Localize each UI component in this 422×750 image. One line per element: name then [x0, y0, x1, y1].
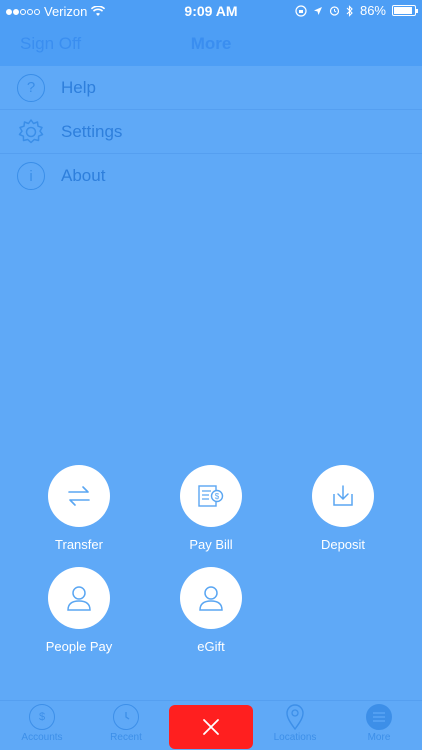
people-pay-button[interactable]: People Pay	[19, 567, 139, 654]
transfer-arrows-icon	[48, 465, 110, 527]
battery-icon	[392, 5, 418, 16]
transfer-button[interactable]: Transfer	[19, 465, 139, 552]
action-label: Transfer	[55, 537, 103, 552]
tab-label: Recent	[110, 732, 142, 743]
menu-item-label: About	[61, 166, 106, 185]
deposit-icon	[312, 465, 374, 527]
action-label: Pay Bill	[189, 537, 233, 552]
pay-bill-button[interactable]: $ Pay Bill	[151, 465, 271, 552]
bluetooth-icon	[346, 4, 353, 17]
clock-icon	[113, 704, 139, 730]
menu-icon	[366, 704, 392, 730]
close-button[interactable]	[169, 705, 253, 749]
person-icon	[48, 567, 110, 629]
menu-item-about[interactable]: i About	[0, 154, 422, 198]
tab-bar: $ Accounts Recent Locations More	[0, 700, 422, 750]
nav-bar: Sign Off More	[0, 22, 422, 66]
tab-locations[interactable]: Locations	[253, 704, 337, 743]
battery-percent: 86%	[359, 3, 386, 18]
menu-item-help[interactable]: ? Help	[0, 66, 422, 110]
person-icon	[180, 567, 242, 629]
tab-accounts[interactable]: $ Accounts	[0, 704, 84, 743]
tab-more[interactable]: More	[337, 704, 421, 743]
svg-text:$: $	[215, 492, 220, 501]
page-title: More	[190, 34, 232, 53]
location-arrow-icon	[313, 6, 322, 15]
info-icon: i	[17, 162, 45, 190]
gear-icon	[17, 118, 45, 146]
location-pin-icon	[282, 704, 308, 730]
action-label: People Pay	[45, 639, 113, 654]
tab-label: Accounts	[21, 732, 63, 743]
alarm-icon	[329, 6, 340, 16]
deposit-button[interactable]: Deposit	[283, 465, 403, 552]
close-icon	[203, 719, 219, 735]
menu-item-label: Help	[61, 77, 96, 97]
status-right: 86%	[295, 3, 418, 18]
rotation-lock-icon	[295, 4, 307, 17]
action-label: eGift	[197, 639, 225, 654]
menu-item-settings[interactable]: Settings	[0, 110, 422, 154]
tab-label: Locations	[273, 732, 317, 743]
status-bar: Verizon 9:09 AM 86%	[0, 0, 422, 22]
egift-button[interactable]: eGift	[151, 567, 271, 654]
tab-label: More	[367, 732, 391, 743]
question-icon: ?	[17, 73, 45, 102]
tab-recent[interactable]: Recent	[84, 704, 168, 743]
menu-item-label: Settings	[61, 121, 123, 141]
action-label: Deposit	[320, 537, 366, 552]
dollar-icon: $	[29, 704, 55, 730]
bill-icon: $	[180, 465, 242, 527]
more-menu: ? Help Settings i About	[0, 66, 422, 198]
